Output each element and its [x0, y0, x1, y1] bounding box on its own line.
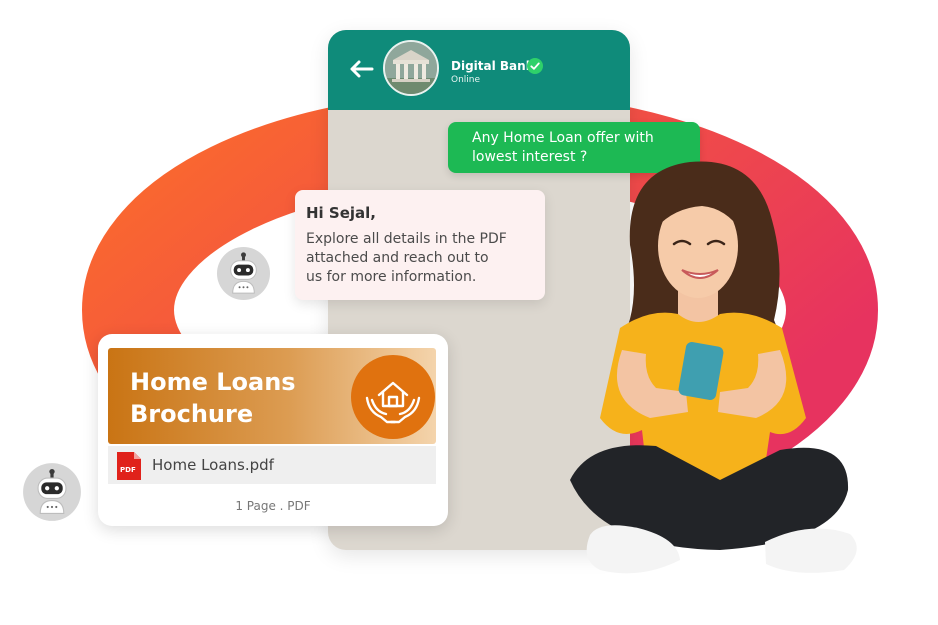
bank-building-icon: [385, 42, 437, 94]
incoming-greeting: Hi Sejal,: [306, 204, 376, 222]
brochure-title: Home Loans Brochure: [130, 368, 296, 428]
house-in-hands-icon: [351, 355, 435, 439]
check-circle-icon: [527, 58, 543, 74]
robot-avatar-icon: [216, 246, 271, 301]
incoming-message: Hi Sejal, Explore all details in the PDF…: [295, 190, 545, 300]
file-meta: 1 Page . PDF: [235, 499, 311, 513]
chat-header: Digital Bank Online: [328, 30, 630, 110]
incoming-body: Explore all details in the PDF attached …: [306, 231, 507, 285]
robot-avatar-icon: [23, 463, 81, 521]
arrow-left-icon[interactable]: [348, 58, 374, 80]
brochure-card[interactable]: Home Loans Brochure PDF Home Loans.pdf 1…: [98, 334, 448, 526]
person-photo: [570, 161, 857, 574]
file-name: Home Loans.pdf: [152, 456, 274, 474]
contact-status: Online: [451, 75, 481, 85]
pdf-icon-label: PDF: [120, 466, 136, 474]
pdf-attachment[interactable]: PDF Home Loans.pdf: [108, 446, 436, 484]
bank-avatar[interactable]: [383, 40, 439, 96]
pdf-icon: PDF: [117, 452, 141, 480]
brochure-banner: Home Loans Brochure: [108, 348, 436, 444]
contact-name: Digital Bank: [451, 59, 534, 73]
